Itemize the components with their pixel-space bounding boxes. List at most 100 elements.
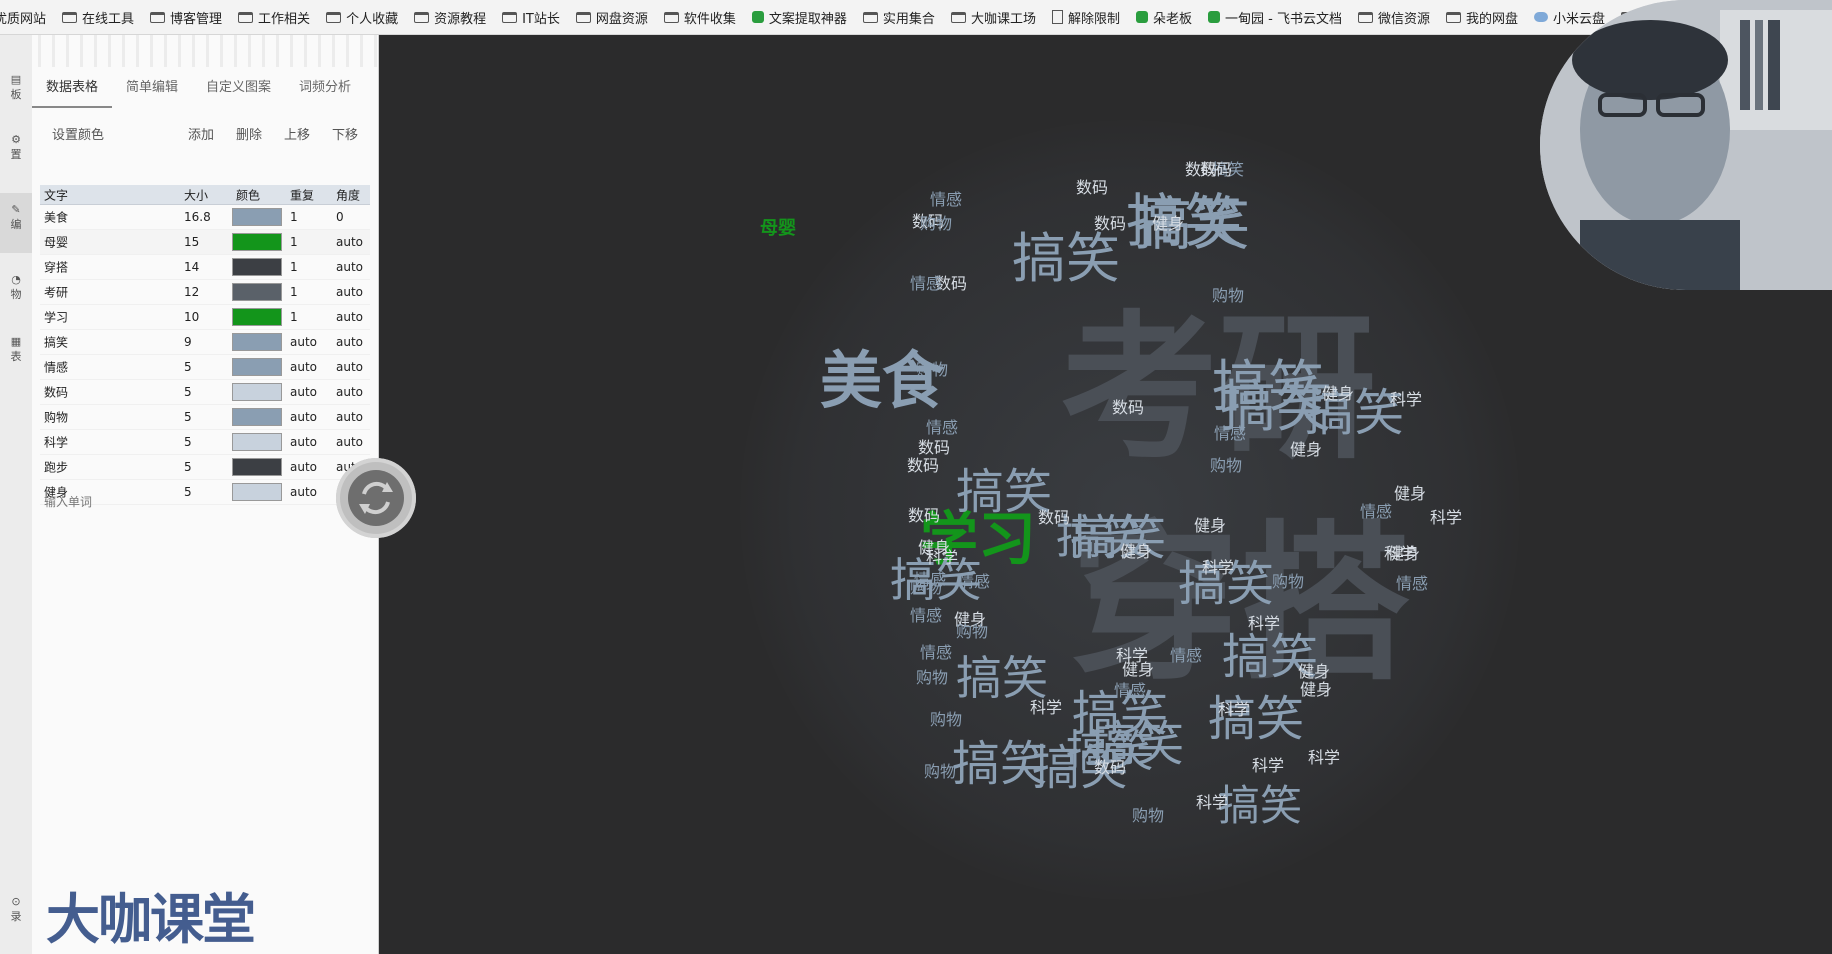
bookmark-item[interactable]: 网盘资源 [568, 0, 656, 34]
cell-size[interactable]: 14 [184, 260, 199, 274]
cell-word[interactable]: 美食 [44, 209, 68, 226]
add-row-button[interactable]: 添加 [188, 124, 214, 143]
cell-word[interactable]: 学习 [44, 309, 68, 326]
strip-item-5[interactable]: ▦ 表 [0, 335, 32, 364]
bookmark-item[interactable]: 优质网站 [0, 0, 54, 34]
tab-data-table[interactable]: 数据表格 [32, 70, 113, 108]
cell-size[interactable]: 9 [184, 335, 192, 349]
col-word-header[interactable]: 文字 [44, 186, 68, 203]
cell-repeat[interactable]: auto [290, 485, 317, 499]
cell-angle[interactable]: auto [336, 385, 363, 399]
cell-size[interactable]: 5 [184, 410, 192, 424]
color-swatch[interactable] [232, 233, 282, 251]
bookmark-item[interactable]: 个人收藏 [318, 0, 406, 34]
cell-size[interactable]: 5 [184, 460, 192, 474]
cell-angle[interactable]: 0 [336, 210, 344, 224]
cell-size[interactable]: 10 [184, 310, 199, 324]
strip-item-2[interactable]: ⚙ 置 [0, 133, 32, 162]
cell-repeat[interactable]: 1 [290, 235, 298, 249]
cell-repeat[interactable]: 1 [290, 285, 298, 299]
cell-repeat[interactable]: auto [290, 435, 317, 449]
table-row[interactable]: 搞笑 9 auto auto [40, 330, 370, 355]
cell-size[interactable]: 12 [184, 285, 199, 299]
color-swatch[interactable] [232, 208, 282, 226]
set-color-button[interactable]: 设置颜色 [52, 124, 104, 143]
table-row[interactable]: 数码 5 auto auto [40, 380, 370, 405]
cell-angle[interactable]: auto [336, 285, 363, 299]
cell-angle[interactable]: auto [336, 410, 363, 424]
tab-word-frequency[interactable]: 词频分析 [285, 70, 365, 108]
bookmark-item[interactable]: 在线工具 [54, 0, 142, 34]
cell-word[interactable]: 情感 [44, 359, 68, 376]
cell-word[interactable]: 数码 [44, 384, 68, 401]
tab-simple-edit[interactable]: 简单编辑 [112, 70, 192, 108]
bookmark-item[interactable]: 朵老板 [1128, 0, 1200, 34]
cell-angle[interactable]: auto [336, 335, 363, 349]
table-row[interactable]: 美食 16.8 1 0 [40, 205, 370, 230]
tab-custom-shape[interactable]: 自定义图案 [192, 70, 285, 108]
cell-angle[interactable]: auto [336, 260, 363, 274]
strip-item-3[interactable]: ✎ 编 [0, 193, 32, 253]
table-row[interactable]: 考研 12 1 auto [40, 280, 370, 305]
bookmark-item[interactable]: IT站长 [494, 0, 568, 34]
color-swatch[interactable] [232, 383, 282, 401]
table-row[interactable]: 跑步5autoauto [40, 455, 370, 480]
cell-angle[interactable]: auto [336, 435, 363, 449]
refresh-cloud-button[interactable] [336, 458, 416, 538]
cell-angle[interactable]: auto [336, 310, 363, 324]
strip-item-1[interactable]: ▤ 板 [0, 73, 32, 102]
cell-word[interactable]: 购物 [44, 409, 68, 426]
move-up-button[interactable]: 上移 [284, 124, 310, 143]
col-color-header[interactable]: 颜色 [236, 186, 260, 203]
cell-size[interactable]: 5 [184, 360, 192, 374]
cell-repeat[interactable]: auto [290, 410, 317, 424]
cell-angle[interactable]: auto [336, 360, 363, 374]
bookmark-item[interactable]: 我的网盘 [1438, 0, 1526, 34]
cell-size[interactable]: 15 [184, 235, 199, 249]
table-row[interactable]: 母婴 15 1 auto [40, 230, 370, 255]
move-down-button[interactable]: 下移 [332, 124, 358, 143]
bookmark-item[interactable]: 文案提取神器 [744, 0, 855, 34]
cell-word[interactable]: 考研 [44, 284, 68, 301]
col-size-header[interactable]: 大小 [184, 186, 208, 203]
bookmark-item[interactable]: 软件收集 [656, 0, 744, 34]
col-angle-header[interactable]: 角度 [336, 186, 360, 203]
table-row[interactable]: 购物 5 auto auto [40, 405, 370, 430]
cell-repeat[interactable]: auto [290, 360, 317, 374]
table-row[interactable]: 穿搭 14 1 auto [40, 255, 370, 280]
cell-size[interactable]: 5 [184, 485, 192, 499]
color-swatch[interactable] [232, 433, 282, 451]
bookmark-item[interactable]: 博客管理 [142, 0, 230, 34]
color-swatch[interactable] [232, 408, 282, 426]
bookmark-item[interactable]: 大咖课工场 [943, 0, 1044, 34]
cell-size[interactable]: 16.8 [184, 210, 211, 224]
bookmark-item[interactable]: 解除限制 [1044, 0, 1128, 34]
cell-repeat[interactable]: 1 [290, 310, 298, 324]
color-swatch[interactable] [232, 458, 282, 476]
color-swatch[interactable] [232, 283, 282, 301]
table-row[interactable]: 科学 5 auto auto [40, 430, 370, 455]
cell-repeat[interactable]: 1 [290, 260, 298, 274]
color-swatch[interactable] [232, 308, 282, 326]
bookmark-item[interactable]: 微信资源 [1350, 0, 1438, 34]
color-swatch[interactable] [232, 258, 282, 276]
cell-word[interactable]: 科学 [44, 434, 68, 451]
table-row[interactable]: 情感 5 auto auto [40, 355, 370, 380]
cell-word[interactable]: 搞笑 [44, 334, 68, 351]
bookmark-item[interactable]: 实用集合 [855, 0, 943, 34]
bookmark-item[interactable]: 一甸园 - 飞书云文档 [1200, 0, 1350, 34]
cell-angle[interactable]: auto [336, 235, 363, 249]
cell-word[interactable]: 穿搭 [44, 259, 68, 276]
bookmark-item[interactable]: 工作相关 [230, 0, 318, 34]
color-swatch[interactable] [232, 333, 282, 351]
cell-size[interactable]: 5 [184, 385, 192, 399]
color-swatch[interactable] [232, 483, 282, 501]
add-word-input[interactable]: 输入单词 [44, 493, 92, 510]
cell-repeat[interactable]: auto [290, 385, 317, 399]
cell-size[interactable]: 5 [184, 435, 192, 449]
delete-row-button[interactable]: 删除 [236, 124, 262, 143]
bookmark-item[interactable]: 资源教程 [406, 0, 494, 34]
col-repeat-header[interactable]: 重复 [290, 186, 314, 203]
cell-word[interactable]: 跑步 [44, 459, 68, 476]
cell-repeat[interactable]: 1 [290, 210, 298, 224]
